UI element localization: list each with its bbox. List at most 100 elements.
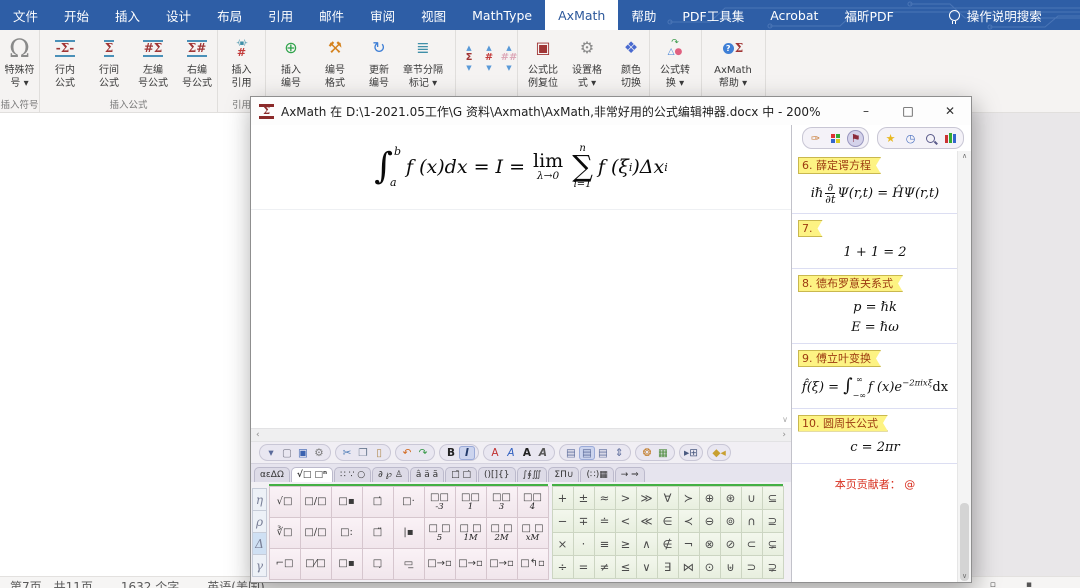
palette-tab[interactable]: â ä ã bbox=[410, 467, 444, 482]
operator-cell[interactable]: ∀ bbox=[657, 486, 679, 510]
template-cell[interactable]: ▭̲ bbox=[393, 548, 425, 580]
close-button[interactable]: ✕ bbox=[929, 97, 971, 125]
operator-cell[interactable]: ⊘ bbox=[720, 532, 742, 556]
ribbon-tab[interactable]: 审阅 bbox=[357, 0, 408, 30]
operator-cell[interactable]: ≐ bbox=[594, 509, 616, 533]
equation-convert-button[interactable]: ↷ △● 公式转 换 ▾ bbox=[653, 33, 697, 90]
format-button[interactable]: ❖ 颜色 切换 bbox=[609, 33, 653, 90]
up-arrow-icon[interactable]: ▲ bbox=[466, 44, 471, 52]
palette-tab[interactable]: ()[]{} bbox=[478, 467, 516, 482]
operator-cell[interactable]: ¬ bbox=[678, 532, 700, 556]
operator-cell[interactable]: ∨ bbox=[636, 555, 658, 579]
template-cell[interactable]: □▪ bbox=[331, 548, 363, 580]
ribbon-tab[interactable]: 开始 bbox=[51, 0, 102, 30]
italic-button[interactable]: I bbox=[459, 446, 475, 460]
scroll-down-icon[interactable]: ∨ bbox=[958, 572, 971, 580]
insert-equation-button[interactable]: #Σ 左编 号公式 bbox=[131, 33, 175, 90]
template-cell[interactable]: □· bbox=[393, 486, 425, 518]
operator-cell[interactable]: ± bbox=[573, 486, 595, 510]
align-center-icon[interactable]: ▤ bbox=[579, 446, 595, 460]
clean-brush-icon[interactable]: ✑ bbox=[807, 130, 824, 147]
symbol-drawer-icon[interactable]: ◆◂ bbox=[711, 446, 727, 460]
template-cell[interactable]: □□ -3 bbox=[424, 486, 456, 518]
numbering-button[interactable]: ≣ 章节分隔 标记 ▾ bbox=[401, 33, 445, 90]
scroll-thumb[interactable] bbox=[960, 503, 969, 581]
operator-cell[interactable]: ⊂ bbox=[741, 532, 763, 556]
palette-tab[interactable]: (∷)▦ bbox=[580, 467, 613, 482]
template-cell[interactable]: □→▫ bbox=[424, 548, 456, 580]
template-cell[interactable]: ∛□ bbox=[269, 517, 301, 549]
recent-symbol-cell[interactable]: η bbox=[252, 488, 267, 511]
window-title-bar[interactable]: Σ AxMath 在 D:\1-2021.05工作\G 资料\Axmath\Ax… bbox=[251, 97, 971, 125]
recent-symbol-cell[interactable]: γ bbox=[252, 554, 267, 577]
ribbon-tab[interactable]: PDF工具集 bbox=[669, 0, 757, 30]
equation-row[interactable]: ∫ b a f (x)dx = I = lim λ→0 n ∑ bbox=[251, 125, 791, 210]
operator-cell[interactable]: − bbox=[552, 509, 574, 533]
align-right-icon[interactable]: ▤ bbox=[595, 446, 611, 460]
template-cell[interactable]: □̣ bbox=[362, 548, 394, 580]
new-doc-icon[interactable]: ▢ bbox=[279, 446, 295, 460]
palette-tab[interactable]: ∷ ∵ ○ bbox=[334, 467, 371, 482]
operator-cell[interactable]: > bbox=[615, 486, 637, 510]
operator-cell[interactable]: ∩ bbox=[741, 509, 763, 533]
operator-cell[interactable]: ≥ bbox=[615, 532, 637, 556]
operator-cell[interactable]: ∉ bbox=[657, 532, 679, 556]
down-arrow-icon[interactable]: ▼ bbox=[486, 64, 491, 72]
operator-cell[interactable]: ∃ bbox=[657, 555, 679, 579]
recent-symbol-cell[interactable]: ρ bbox=[252, 510, 267, 533]
operator-cell[interactable]: ∪ bbox=[741, 486, 763, 510]
operator-cell[interactable]: ≪ bbox=[636, 509, 658, 533]
operator-cell[interactable]: ≺ bbox=[678, 509, 700, 533]
palette-tab[interactable]: αεΔΩ bbox=[254, 467, 290, 482]
up-arrow-icon[interactable]: ▲ bbox=[486, 44, 491, 52]
template-cell[interactable]: □ □ 5 bbox=[424, 517, 456, 549]
scale-stepper[interactable]: ▲ # ▼ bbox=[479, 44, 499, 72]
line-spacing-icon[interactable]: ⇕ bbox=[611, 446, 627, 460]
save-icon[interactable]: ▣ bbox=[295, 446, 311, 460]
operator-cell[interactable]: ⊆ bbox=[762, 486, 784, 510]
template-cell[interactable]: □□ 1 bbox=[455, 486, 487, 518]
ribbon-tab[interactable]: 帮助 bbox=[618, 0, 669, 30]
operator-cell[interactable]: < bbox=[615, 509, 637, 533]
operator-cell[interactable]: ⊋ bbox=[762, 555, 784, 579]
formula-item-debroglie[interactable]: 8. 德布罗意关系式 p = ℏk E = ℏω bbox=[792, 269, 958, 344]
operator-cell[interactable]: ÷ bbox=[552, 555, 574, 579]
palette-tab[interactable]: ΣΠ∪ bbox=[548, 467, 579, 482]
numbering-button[interactable]: ⊕ 插入 编号 bbox=[269, 33, 313, 90]
axmath-help-button[interactable]: ? Σ AxMath 帮助 ▾ bbox=[705, 33, 761, 90]
template-cell[interactable]: □→▫ bbox=[486, 548, 518, 580]
operator-cell[interactable]: ⊛ bbox=[720, 486, 742, 510]
template-cell[interactable]: □⁄□ bbox=[300, 548, 332, 580]
operator-cell[interactable]: ≻ bbox=[678, 486, 700, 510]
font-color-red-icon[interactable]: A bbox=[487, 446, 503, 460]
number-table-icon[interactable]: ▸⊞ bbox=[683, 446, 699, 460]
operator-cell[interactable]: ⊎ bbox=[720, 555, 742, 579]
operator-cell[interactable]: ⊇ bbox=[762, 509, 784, 533]
template-cell[interactable]: □: bbox=[331, 517, 363, 549]
format-button[interactable]: ▣ 公式比 例复位 bbox=[521, 33, 565, 90]
scroll-right-icon[interactable]: › bbox=[782, 430, 786, 440]
formula-item-circumference[interactable]: 10. 圆周长公式 c = 2πr bbox=[792, 409, 958, 464]
template-cell[interactable]: □̈ bbox=[362, 517, 394, 549]
insert-equation-button[interactable]: -Σ- 行内 公式 bbox=[43, 33, 87, 90]
maximize-button[interactable]: □ bbox=[887, 97, 929, 125]
recent-symbol-cell[interactable]: Δ bbox=[252, 532, 267, 555]
template-cell[interactable]: □ □ 1M bbox=[455, 517, 487, 549]
palette-tab[interactable]: □̄ □̇ bbox=[445, 467, 477, 482]
operator-cell[interactable]: ≡ bbox=[594, 532, 616, 556]
editing-canvas[interactable]: ∫ b a f (x)dx = I = lim λ→0 n ∑ bbox=[251, 125, 791, 428]
template-cell[interactable]: □□ 3 bbox=[486, 486, 518, 518]
ribbon-tab[interactable]: 邮件 bbox=[306, 0, 357, 30]
scale-stepper[interactable]: ▲ Σ ▼ bbox=[459, 44, 479, 72]
cut-icon[interactable]: ✂ bbox=[339, 446, 355, 460]
scroll-up-icon[interactable]: ∧ bbox=[958, 152, 971, 160]
scale-stepper[interactable]: ▲ ## ▼ bbox=[499, 44, 519, 72]
font-style-icon[interactable]: A bbox=[535, 446, 551, 460]
minimize-button[interactable]: – bbox=[845, 97, 887, 125]
ribbon-tab[interactable]: 福昕PDF bbox=[831, 0, 906, 30]
template-cell[interactable]: □→▫ bbox=[455, 548, 487, 580]
ribbon-tab[interactable]: 文件 bbox=[0, 0, 51, 30]
down-arrow-icon[interactable]: ▼ bbox=[466, 64, 471, 72]
palette-tab[interactable]: √□ □ⁿ bbox=[291, 467, 333, 482]
ribbon-tab[interactable]: AxMath bbox=[545, 0, 618, 30]
